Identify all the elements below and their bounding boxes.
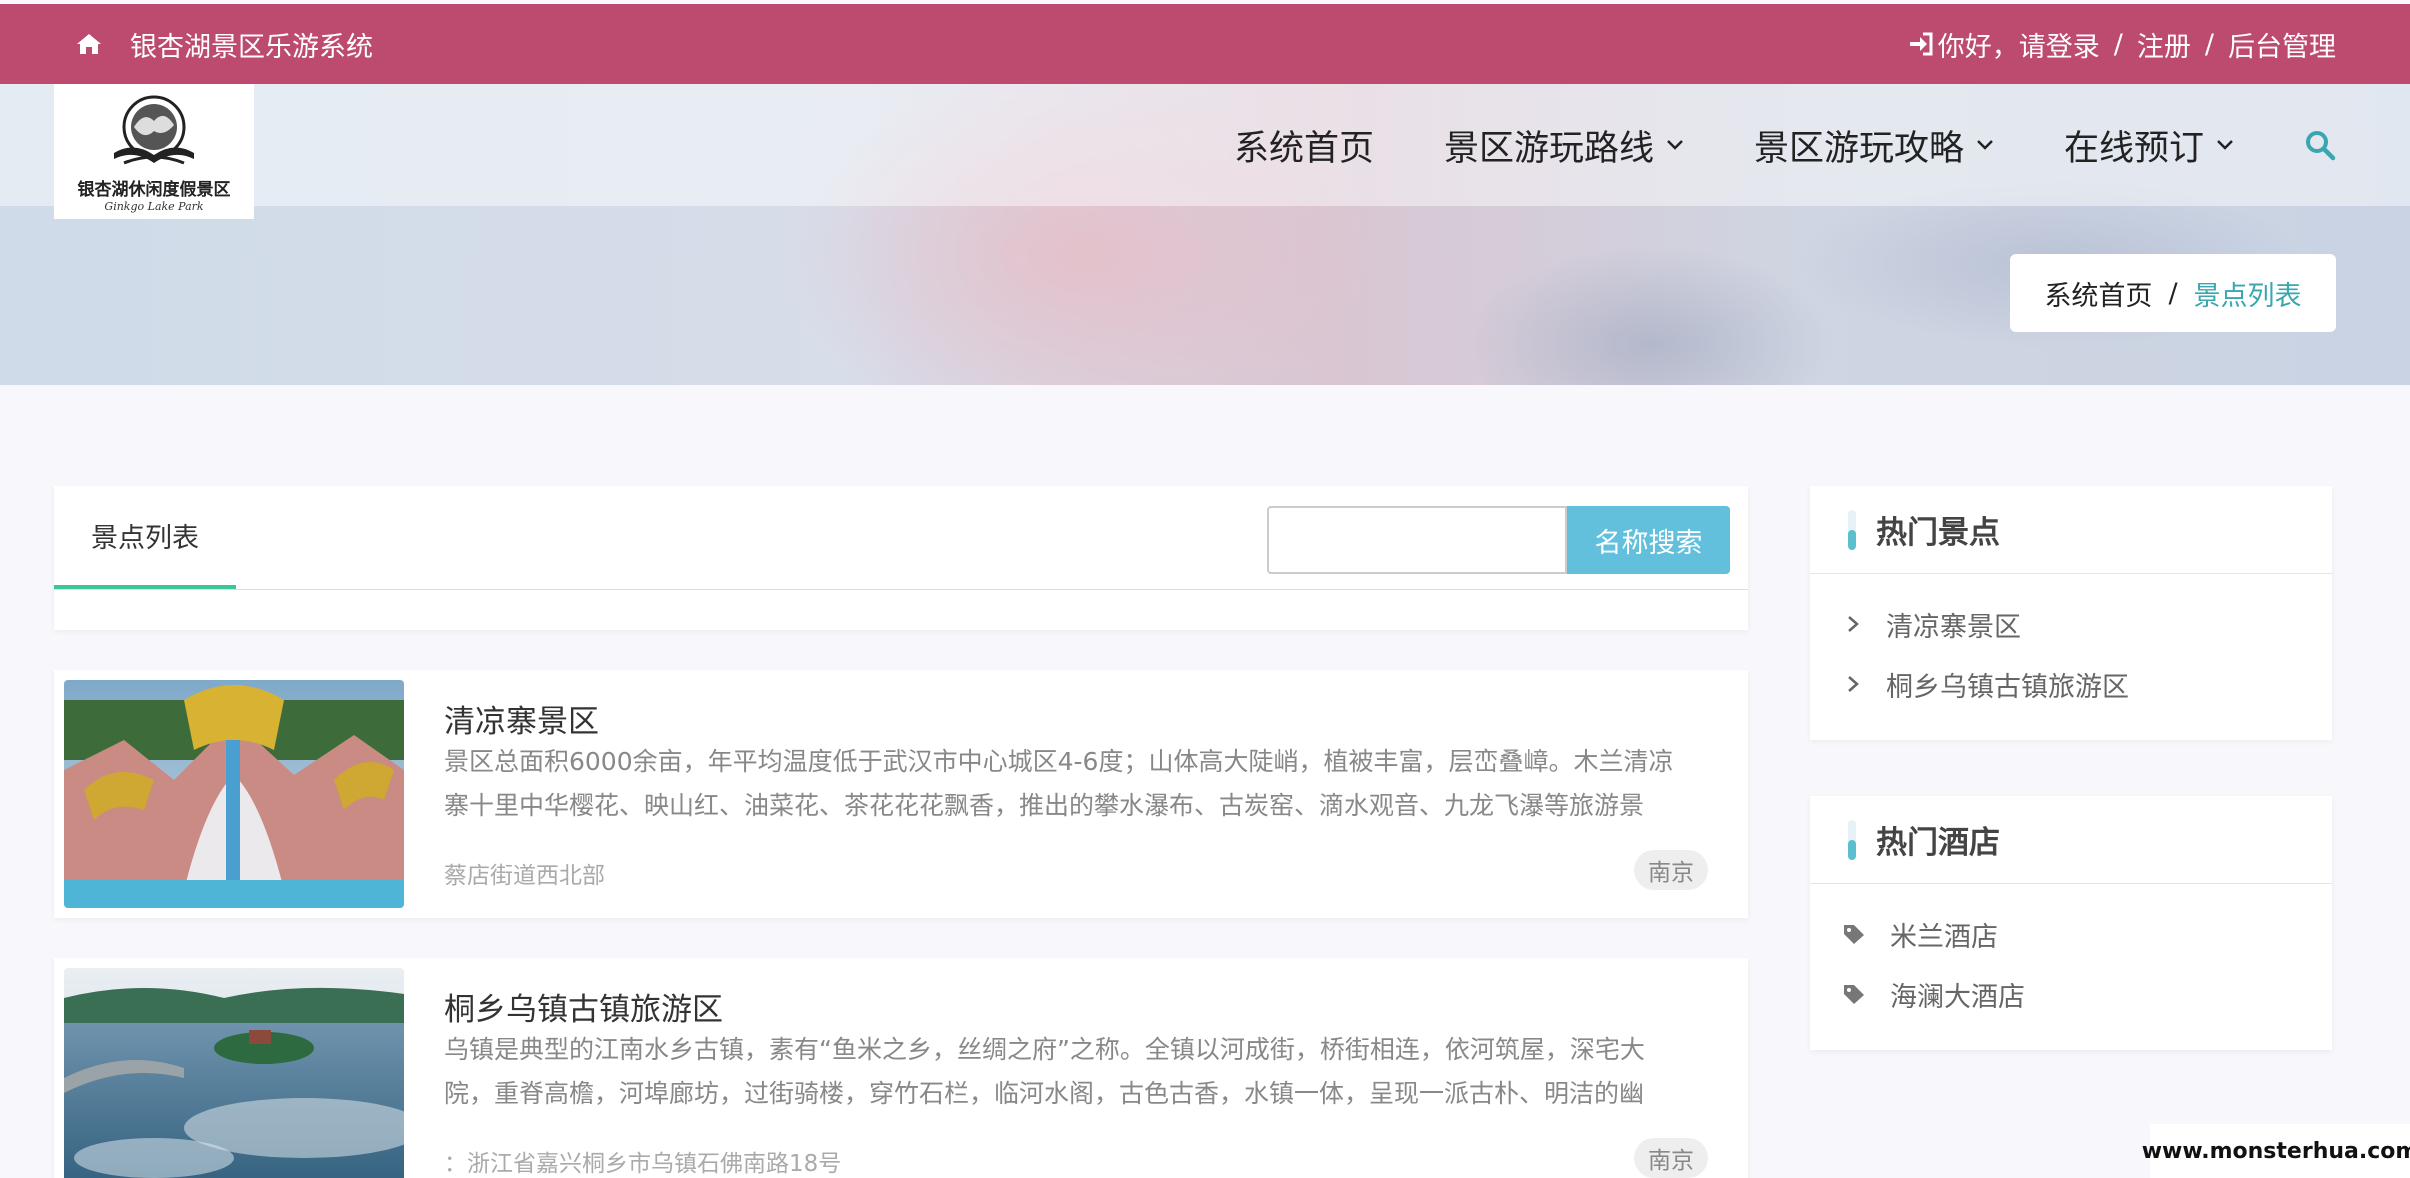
nav-item-routes[interactable]: 景区游玩路线 (1444, 120, 1684, 171)
search-group: 名称搜索 (1267, 506, 1730, 574)
main-nav: 系统首页 景区游玩路线 景区游玩攻略 在线预订 (1234, 84, 2336, 206)
hot-hotels-list: 米兰酒店 海澜大酒店 (1810, 884, 2332, 1050)
nav-item-booking[interactable]: 在线预订 (2064, 120, 2234, 171)
site-logo[interactable]: 银杏湖休闲度假景区 Ginkgo Lake Park (54, 84, 254, 219)
nav-item-label: 在线预订 (2063, 128, 2204, 169)
heading-marker-icon (1848, 819, 1856, 860)
logo-subtitle: Ginkgo Lake Park (104, 199, 204, 213)
sidebar-item-hotel[interactable]: 海澜大酒店 (1810, 964, 2332, 1024)
divider (54, 589, 1748, 590)
separator: / (2113, 28, 2123, 60)
section-title: 热门酒店 (1876, 825, 2000, 861)
attraction-title[interactable]: 清凉寨景区 (444, 696, 599, 741)
list-header-card: 景点列表 名称搜索 (54, 486, 1748, 630)
logo-emblem-icon (114, 95, 194, 164)
sidebar-item-attraction[interactable]: 清凉寨景区 (1810, 594, 2332, 654)
list-item[interactable]: 桐乡乌镇古镇旅游区 乌镇是典型的江南水乡古镇，素有“鱼米之乡，丝绸之府”之称。全… (54, 958, 1748, 1178)
search-input[interactable] (1267, 506, 1567, 574)
breadcrumb-home[interactable]: 系统首页 (2044, 274, 2152, 313)
top-bar: 银杏湖景区乐游系统 你好，请登录 / 注册 / 后台管理 (0, 4, 2410, 84)
watermark: www.monsterhua.com (2142, 1124, 2410, 1178)
logo-name: 银杏湖休闲度假景区 (77, 179, 231, 200)
main-content: 景点列表 名称搜索 清凉寨景区 景区总面积6000余亩，年平均温度低于武汉市中心… (54, 486, 1748, 1178)
sidebar-item-label: 海澜大酒店 (1890, 981, 2025, 1013)
city-badge: 南京 (1634, 1138, 1708, 1178)
attraction-image[interactable] (64, 680, 404, 908)
admin-link[interactable]: 后台管理 (2228, 25, 2336, 64)
attraction-description: 乌镇是典型的江南水乡古镇，素有“鱼米之乡，丝绸之府”之称。全镇以河成街，桥街相连… (444, 1035, 1645, 1108)
sign-in-icon (1909, 32, 1933, 56)
sidebar-item-label: 清凉寨景区 (1886, 611, 2021, 643)
top-bar-left: 银杏湖景区乐游系统 (76, 25, 373, 64)
tag-icon (1844, 925, 1864, 944)
search-icon[interactable] (2304, 129, 2336, 161)
sidebar-item-attraction[interactable]: 桐乡乌镇古镇旅游区 (1810, 654, 2332, 714)
hot-attractions-heading: 热门景点 (1810, 486, 2332, 574)
attraction-title[interactable]: 桐乡乌镇古镇旅游区 (444, 984, 723, 1029)
home-icon[interactable] (76, 32, 102, 56)
search-by-name-button[interactable]: 名称搜索 (1567, 506, 1730, 574)
list-item[interactable]: 清凉寨景区 景区总面积6000余亩，年平均温度低于武汉市中心城区4-6度；山体高… (54, 670, 1748, 918)
chevron-right-icon (1848, 616, 1859, 632)
attraction-address: 蔡店街道西北部 (444, 863, 605, 889)
sidebar-item-label: 米兰酒店 (1890, 921, 1998, 953)
attraction-address: ：浙江省嘉兴桐乡市乌镇石佛南路18号 (444, 1151, 842, 1177)
hot-attractions-card: 热门景点 清凉寨景区 桐乡乌镇古镇旅游区 (1810, 486, 2332, 740)
breadcrumb-separator: / (2168, 277, 2178, 309)
chevron-down-icon (1667, 140, 1683, 150)
hero-banner: 银杏湖休闲度假景区 Ginkgo Lake Park 系统首页 景区游玩路线 景… (0, 84, 2410, 385)
breadcrumb: 系统首页 / 景点列表 (2010, 254, 2336, 332)
nav-item-label: 系统首页 (1233, 128, 1374, 169)
chevron-down-icon (1977, 140, 1993, 150)
login-link[interactable]: 你好，请登录 (1938, 25, 2100, 64)
hot-hotels-heading: 热门酒店 (1810, 796, 2332, 884)
chevron-down-icon (2217, 140, 2233, 150)
top-bar-right: 你好，请登录 / 注册 / 后台管理 (1908, 25, 2336, 64)
tag-icon (1844, 985, 1864, 1004)
nav-item-home[interactable]: 系统首页 (1234, 120, 1374, 171)
city-badge: 南京 (1634, 850, 1708, 890)
tab-attraction-list[interactable]: 景点列表 (54, 486, 236, 590)
register-link[interactable]: 注册 (2137, 25, 2191, 64)
heading-marker-icon (1848, 509, 1856, 550)
separator: / (2204, 28, 2214, 60)
hot-hotels-card: 热门酒店 米兰酒店 海澜大酒店 (1810, 796, 2332, 1050)
section-title: 热门景点 (1876, 515, 2000, 551)
chevron-right-icon (1848, 676, 1859, 692)
nav-item-label: 景区游玩路线 (1443, 128, 1654, 169)
hot-attractions-list: 清凉寨景区 桐乡乌镇古镇旅游区 (1810, 574, 2332, 740)
breadcrumb-current: 景点列表 (2193, 280, 2302, 312)
attraction-image[interactable] (64, 968, 404, 1178)
attraction-description: 景区总面积6000余亩，年平均温度低于武汉市中心城区4-6度；山体高大陡峭，植被… (444, 747, 1674, 820)
sidebar-item-label: 桐乡乌镇古镇旅游区 (1886, 671, 2129, 703)
sidebar-item-hotel[interactable]: 米兰酒店 (1810, 904, 2332, 964)
nav-item-guides[interactable]: 景区游玩攻略 (1754, 120, 1994, 171)
nav-item-label: 景区游玩攻略 (1753, 128, 1964, 169)
site-title[interactable]: 银杏湖景区乐游系统 (130, 25, 373, 64)
